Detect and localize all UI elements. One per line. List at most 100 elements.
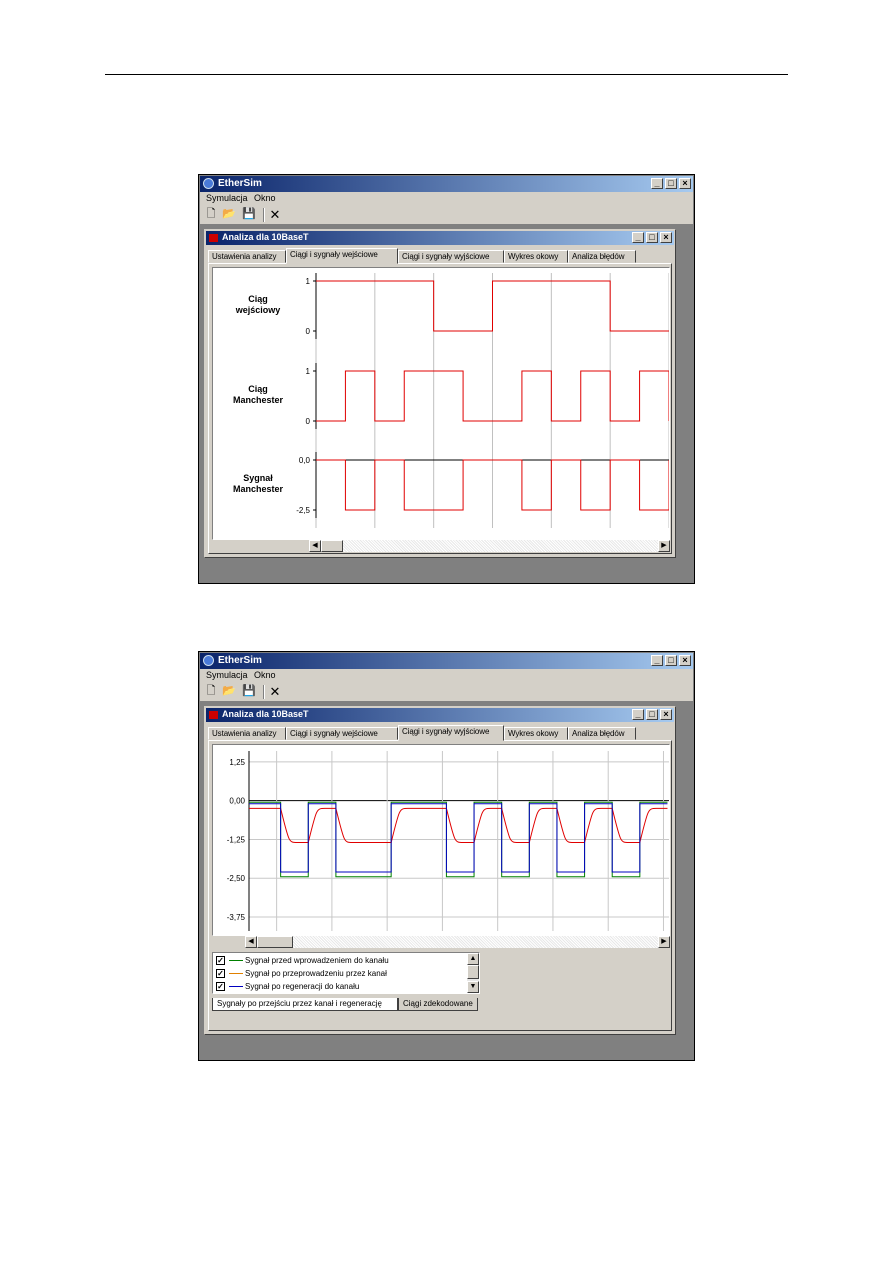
series-label: Ciąg	[248, 384, 268, 394]
y-tick-label: -3,75	[227, 913, 246, 922]
close-x-icon[interactable]: ✕	[268, 208, 282, 221]
window-title: EtherSim	[218, 655, 262, 666]
series-label: Sygnał	[243, 473, 273, 483]
child-window-title: Analiza dla 10BaseT	[222, 232, 309, 242]
menu-okno[interactable]: Okno	[254, 670, 276, 680]
tab-wykres-okowy[interactable]: Wykres okowy	[504, 727, 568, 740]
menu-symulacja[interactable]: Symulacja	[206, 193, 248, 203]
y-tick-label: 0,00	[229, 797, 245, 806]
scroll-right-button[interactable]: ▶	[658, 936, 670, 948]
scroll-left-button[interactable]: ◀	[309, 540, 321, 552]
tab-analiza-bledow[interactable]: Analiza błędów	[568, 250, 636, 263]
analysis-child-window: Analiza dla 10BaseT _ □ × Ustawienia ana…	[204, 229, 676, 558]
toolbar-separator	[263, 685, 265, 699]
ethersim-window-2: EtherSim _ □ × Symulacja Okno 🗋 📂 💾 ✕ An…	[198, 651, 695, 1061]
child-window-title: Analiza dla 10BaseT	[222, 709, 309, 719]
app-icon	[203, 655, 214, 666]
horizontal-scrollbar[interactable]: ◀ ▶	[245, 936, 670, 948]
signal-trace	[249, 807, 668, 844]
window-titlebar[interactable]: EtherSim _ □ ×	[200, 653, 693, 669]
new-file-icon[interactable]: 🗋	[204, 685, 218, 698]
legend-swatch	[229, 973, 243, 974]
tick-label: 1	[306, 367, 311, 376]
tab-ciagi-wejsciowe[interactable]: Ciągi i sygnały wejściowe	[286, 248, 398, 264]
series-legend-list: ✓ Sygnał przed wprowadzeniem do kanału ✓…	[212, 952, 480, 994]
tab-signals-after-channel[interactable]: Sygnały po przejściu przez kanał i regen…	[212, 998, 398, 1011]
menubar: Symulacja Okno	[200, 669, 693, 683]
child-minimize-button[interactable]: _	[632, 232, 644, 243]
toolbar: 🗋 📂 💾 ✕	[200, 206, 693, 225]
tab-ciagi-wyjsciowe[interactable]: Ciągi i sygnały wyjściowe	[398, 725, 504, 741]
y-tick-label: 1,25	[229, 758, 245, 767]
series-label: Manchester	[233, 484, 284, 494]
checkbox-checked-icon[interactable]: ✓	[216, 956, 225, 965]
signal-trace	[249, 803, 668, 873]
tick-label: -2,5	[296, 506, 310, 515]
child-close-button[interactable]: ×	[660, 232, 672, 243]
child-maximize-button[interactable]: □	[646, 709, 658, 720]
close-button[interactable]: ×	[679, 655, 691, 666]
tab-ustawienia[interactable]: Ustawienia analizy	[208, 250, 286, 263]
tab-wykres-okowy[interactable]: Wykres okowy	[504, 250, 568, 263]
page-rule	[105, 74, 788, 75]
minimize-button[interactable]: _	[651, 178, 663, 189]
minimize-button[interactable]: _	[651, 655, 663, 666]
app-icon	[203, 178, 214, 189]
child-app-icon	[209, 711, 218, 719]
maximize-button[interactable]: □	[665, 655, 677, 666]
tab-analiza-bledow[interactable]: Analiza błędów	[568, 727, 636, 740]
scroll-left-button[interactable]: ◀	[245, 936, 257, 948]
checkbox-checked-icon[interactable]: ✓	[216, 969, 225, 978]
legend-label: Sygnał po regeneracji do kanału	[245, 982, 360, 991]
checkbox-checked-icon[interactable]: ✓	[216, 982, 225, 991]
window-titlebar[interactable]: EtherSim _ □ ×	[200, 176, 693, 192]
tab-panel: 1 0 Ciąg wejściowy 1 0 Ciąg Manchester 0,0 -2,5 Sy…	[208, 263, 672, 554]
output-signals-plot: 1,25 0,00 -1,25 -2,50 -3,75	[212, 744, 670, 936]
tab-decoded-sequences[interactable]: Ciągi zdekodowane	[398, 998, 478, 1011]
scroll-thumb[interactable]	[321, 540, 343, 552]
child-close-button[interactable]: ×	[660, 709, 672, 720]
child-titlebar[interactable]: Analiza dla 10BaseT _ □ ×	[206, 231, 674, 245]
tab-panel: 1,25 0,00 -1,25 -2,50 -3,75 ◀ ▶ ✓ Sygnał prz…	[208, 740, 672, 1031]
menubar: Symulacja Okno	[200, 192, 693, 206]
close-x-icon[interactable]: ✕	[268, 685, 282, 698]
output-signals-chart: 1,25 0,00 -1,25 -2,50 -3,75	[227, 751, 669, 931]
legend-swatch	[229, 986, 243, 987]
legend-scroll-thumb[interactable]	[467, 965, 479, 979]
input-signals-chart: 10Ciągwejściowy10CiągManchester0,0-2,5Sy…	[233, 273, 669, 528]
series-label: Manchester	[233, 395, 284, 405]
input-signals-plot: 1 0 Ciąg wejściowy 1 0 Ciąg Manchester 0,0 -2,5 Sy…	[212, 267, 670, 540]
open-folder-icon[interactable]: 📂	[222, 685, 236, 698]
scroll-thumb[interactable]	[257, 936, 293, 948]
legend-swatch	[229, 960, 243, 961]
open-folder-icon[interactable]: 📂	[222, 208, 236, 221]
save-icon[interactable]: 💾	[242, 208, 256, 221]
new-file-icon[interactable]: 🗋	[204, 208, 218, 221]
legend-label: Sygnał przed wprowadzeniem do kanału	[245, 956, 389, 965]
tab-ciagi-wejsciowe[interactable]: Ciągi i sygnały wejściowe	[286, 727, 398, 740]
legend-vertical-scrollbar[interactable]: ▲ ▼	[467, 953, 479, 993]
window-title: EtherSim	[218, 178, 262, 189]
child-minimize-button[interactable]: _	[632, 709, 644, 720]
scroll-up-button[interactable]: ▲	[467, 953, 479, 965]
save-icon[interactable]: 💾	[242, 685, 256, 698]
toolbar: 🗋 📂 💾 ✕	[200, 683, 693, 702]
series-label: wejściowy	[235, 305, 281, 315]
tab-ustawienia[interactable]: Ustawienia analizy	[208, 727, 286, 740]
close-button[interactable]: ×	[679, 178, 691, 189]
scroll-right-button[interactable]: ▶	[658, 540, 670, 552]
tab-ciagi-wyjsciowe[interactable]: Ciągi i sygnały wyjściowe	[398, 250, 504, 263]
signal-trace	[316, 280, 669, 332]
scroll-down-button[interactable]: ▼	[467, 981, 479, 993]
horizontal-scrollbar[interactable]: ◀ ▶	[309, 540, 670, 552]
menu-okno[interactable]: Okno	[254, 193, 276, 203]
child-maximize-button[interactable]: □	[646, 232, 658, 243]
series-label: Ciąg	[248, 294, 268, 304]
tab-strip: Ustawienia analizy Ciągi i sygnały wejśc…	[208, 248, 672, 264]
tick-label: 0,0	[299, 456, 311, 465]
tick-label: 0	[306, 327, 311, 336]
child-titlebar[interactable]: Analiza dla 10BaseT _ □ ×	[206, 708, 674, 722]
maximize-button[interactable]: □	[665, 178, 677, 189]
toolbar-separator	[263, 208, 265, 222]
menu-symulacja[interactable]: Symulacja	[206, 670, 248, 680]
